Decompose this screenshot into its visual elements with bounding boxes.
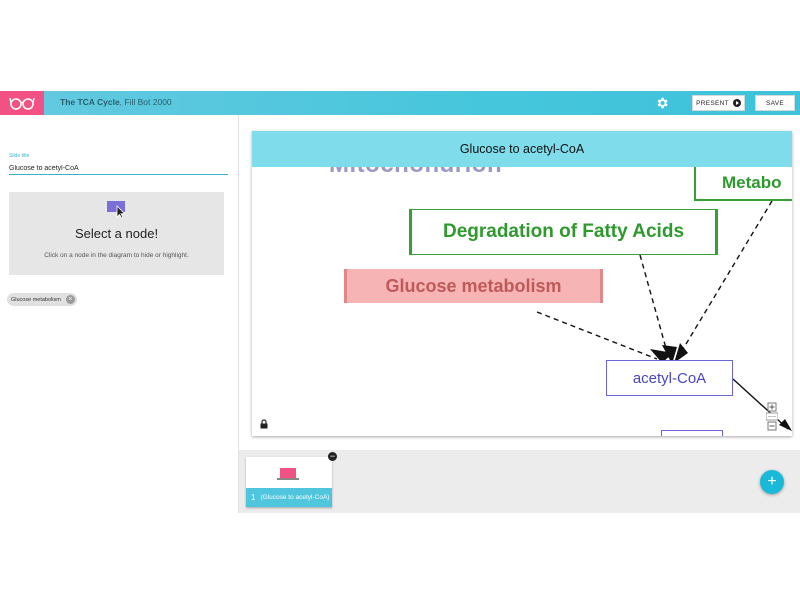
lock-icon[interactable]	[260, 416, 268, 429]
node-metabo[interactable]: Metabo	[694, 167, 792, 201]
slide-title-label: Slide title	[9, 153, 30, 159]
zoom-reset-icon	[765, 412, 779, 421]
add-slide-button[interactable]: +	[760, 470, 784, 494]
node-partial[interactable]	[661, 430, 723, 436]
cursor-select-icon	[106, 200, 128, 219]
glasses-icon[interactable]	[0, 91, 44, 115]
node-acetyl-coa[interactable]: acetyl-CoA	[606, 360, 733, 396]
app-window: The TCA Cycle, Fill Bot 2000 PRESENT SAV…	[0, 91, 800, 513]
slide-preview: Glucose to acetyl-CoA Mitochondrion Meta…	[252, 131, 792, 436]
laptop-icon	[277, 467, 299, 482]
editor-panel: Slide title Select a node! Click on a no…	[0, 115, 238, 513]
edge-acetyl-out	[732, 378, 789, 430]
present-label: PRESENT	[696, 99, 729, 107]
remove-slide-button[interactable]: −	[328, 452, 337, 461]
thumbnail-label: (Glucose to acetyl-CoA)	[260, 494, 330, 501]
close-icon[interactable]: ×	[65, 295, 75, 304]
slide-title-input[interactable]	[9, 162, 228, 175]
app-title-rest: , Fill Bot 2000	[119, 97, 172, 107]
node-chip-label: Glucose metabolism	[11, 296, 61, 303]
play-icon	[732, 99, 741, 107]
gear-icon[interactable]	[655, 96, 669, 110]
node-fatty-acids[interactable]: Degradation of Fatty Acids	[409, 209, 718, 255]
zoom-in-icon	[767, 402, 777, 412]
present-button[interactable]: PRESENT	[692, 95, 745, 111]
slide-thumbnail[interactable]: 1 (Glucose to acetyl-CoA)	[246, 457, 332, 507]
edge-fatty-acetyl	[639, 254, 670, 360]
node-chip[interactable]: Glucose metabolism ×	[7, 293, 77, 306]
select-node-hint: Click on a node in the diagram to hide o…	[44, 252, 189, 259]
edge-glucose-acetyl	[536, 311, 658, 360]
thumbnail-number: 1	[251, 493, 256, 502]
zoom-controls	[765, 402, 779, 432]
select-node-heading: Select a node!	[74, 226, 159, 241]
thumbnail-caption: 1 (Glucose to acetyl-CoA)	[246, 488, 332, 507]
diagram-canvas[interactable]: Mitochondrion Metabo Degradation of Fatt…	[252, 167, 792, 436]
zoom-out-icon	[767, 421, 777, 431]
top-bar: The TCA Cycle, Fill Bot 2000 PRESENT SAV…	[0, 91, 800, 115]
slide-header: Glucose to acetyl-CoA	[252, 131, 792, 167]
node-glucose-metabolism[interactable]: Glucose metabolism	[344, 269, 603, 303]
app-title: The TCA Cycle, Fill Bot 2000	[60, 97, 172, 107]
save-button[interactable]: SAVE	[755, 95, 795, 111]
select-node-card: Select a node! Click on a node in the di…	[9, 192, 224, 275]
app-title-bold: The TCA Cycle	[60, 97, 120, 107]
